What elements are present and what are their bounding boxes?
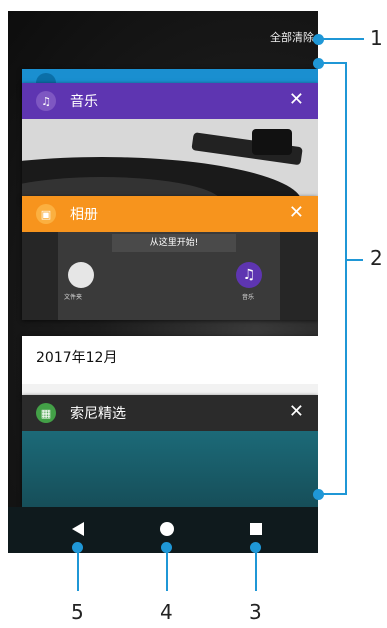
app-card-music[interactable]: ♫ 音乐 ✕ — [22, 83, 318, 203]
callout-4-line — [166, 547, 168, 591]
album-title: 相册 — [70, 207, 98, 223]
callout-1-label: 1 — [370, 26, 383, 50]
folder-app-label: 文件夹 — [64, 294, 83, 301]
callout-3-label: 3 — [249, 600, 262, 624]
callout-5-label: 5 — [71, 600, 84, 624]
close-album-icon[interactable]: ✕ — [289, 203, 304, 223]
callout-3-line — [255, 547, 257, 591]
callout-4-label: 4 — [160, 600, 173, 624]
album-preview: 从这里开始! 文件夹 ♫ 音乐 — [22, 232, 318, 320]
music-title: 音乐 — [70, 94, 98, 110]
calendar-title: 2017年12月 — [36, 350, 118, 366]
recents-icon[interactable] — [248, 521, 264, 537]
close-music-icon[interactable]: ✕ — [289, 90, 304, 110]
sony-select-preview — [22, 431, 318, 507]
app-card-calendar[interactable]: 2017年12月 — [22, 336, 318, 396]
music-app-icon: ♫ — [236, 262, 262, 288]
close-sony-select-icon[interactable]: ✕ — [289, 402, 304, 422]
sony-select-title: 索尼精选 — [70, 406, 126, 422]
callout-1-line — [318, 38, 364, 40]
hint-bubble: 从这里开始! — [112, 234, 236, 252]
folder-app-icon — [68, 262, 94, 288]
music-app-label: 音乐 — [242, 294, 255, 301]
callout-2-vertical-line — [345, 62, 347, 494]
turntable-image — [22, 119, 318, 203]
music-note-icon: ♫ — [36, 91, 56, 111]
callout-2-bottom-line — [318, 493, 347, 495]
back-icon[interactable] — [70, 521, 86, 537]
callout-2-label: 2 — [370, 246, 383, 270]
callout-5-line — [77, 547, 79, 591]
callout-2-mid-line — [345, 259, 363, 261]
album-icon: ▣ — [36, 204, 56, 224]
recents-screen: 全部清除 文件 ♫ 音乐 ✕ ▣ 相册 ✕ 从这里开始! — [8, 11, 318, 553]
sony-select-icon: ▦ — [36, 403, 56, 423]
home-icon[interactable] — [159, 521, 175, 537]
clear-all-button[interactable]: 全部清除 — [270, 29, 314, 45]
callout-2-top-line — [318, 62, 347, 64]
app-card-album[interactable]: ▣ 相册 ✕ 从这里开始! 文件夹 ♫ 音乐 — [22, 196, 318, 320]
app-card-sony-select[interactable]: ▦ 索尼精选 ✕ — [22, 395, 318, 507]
